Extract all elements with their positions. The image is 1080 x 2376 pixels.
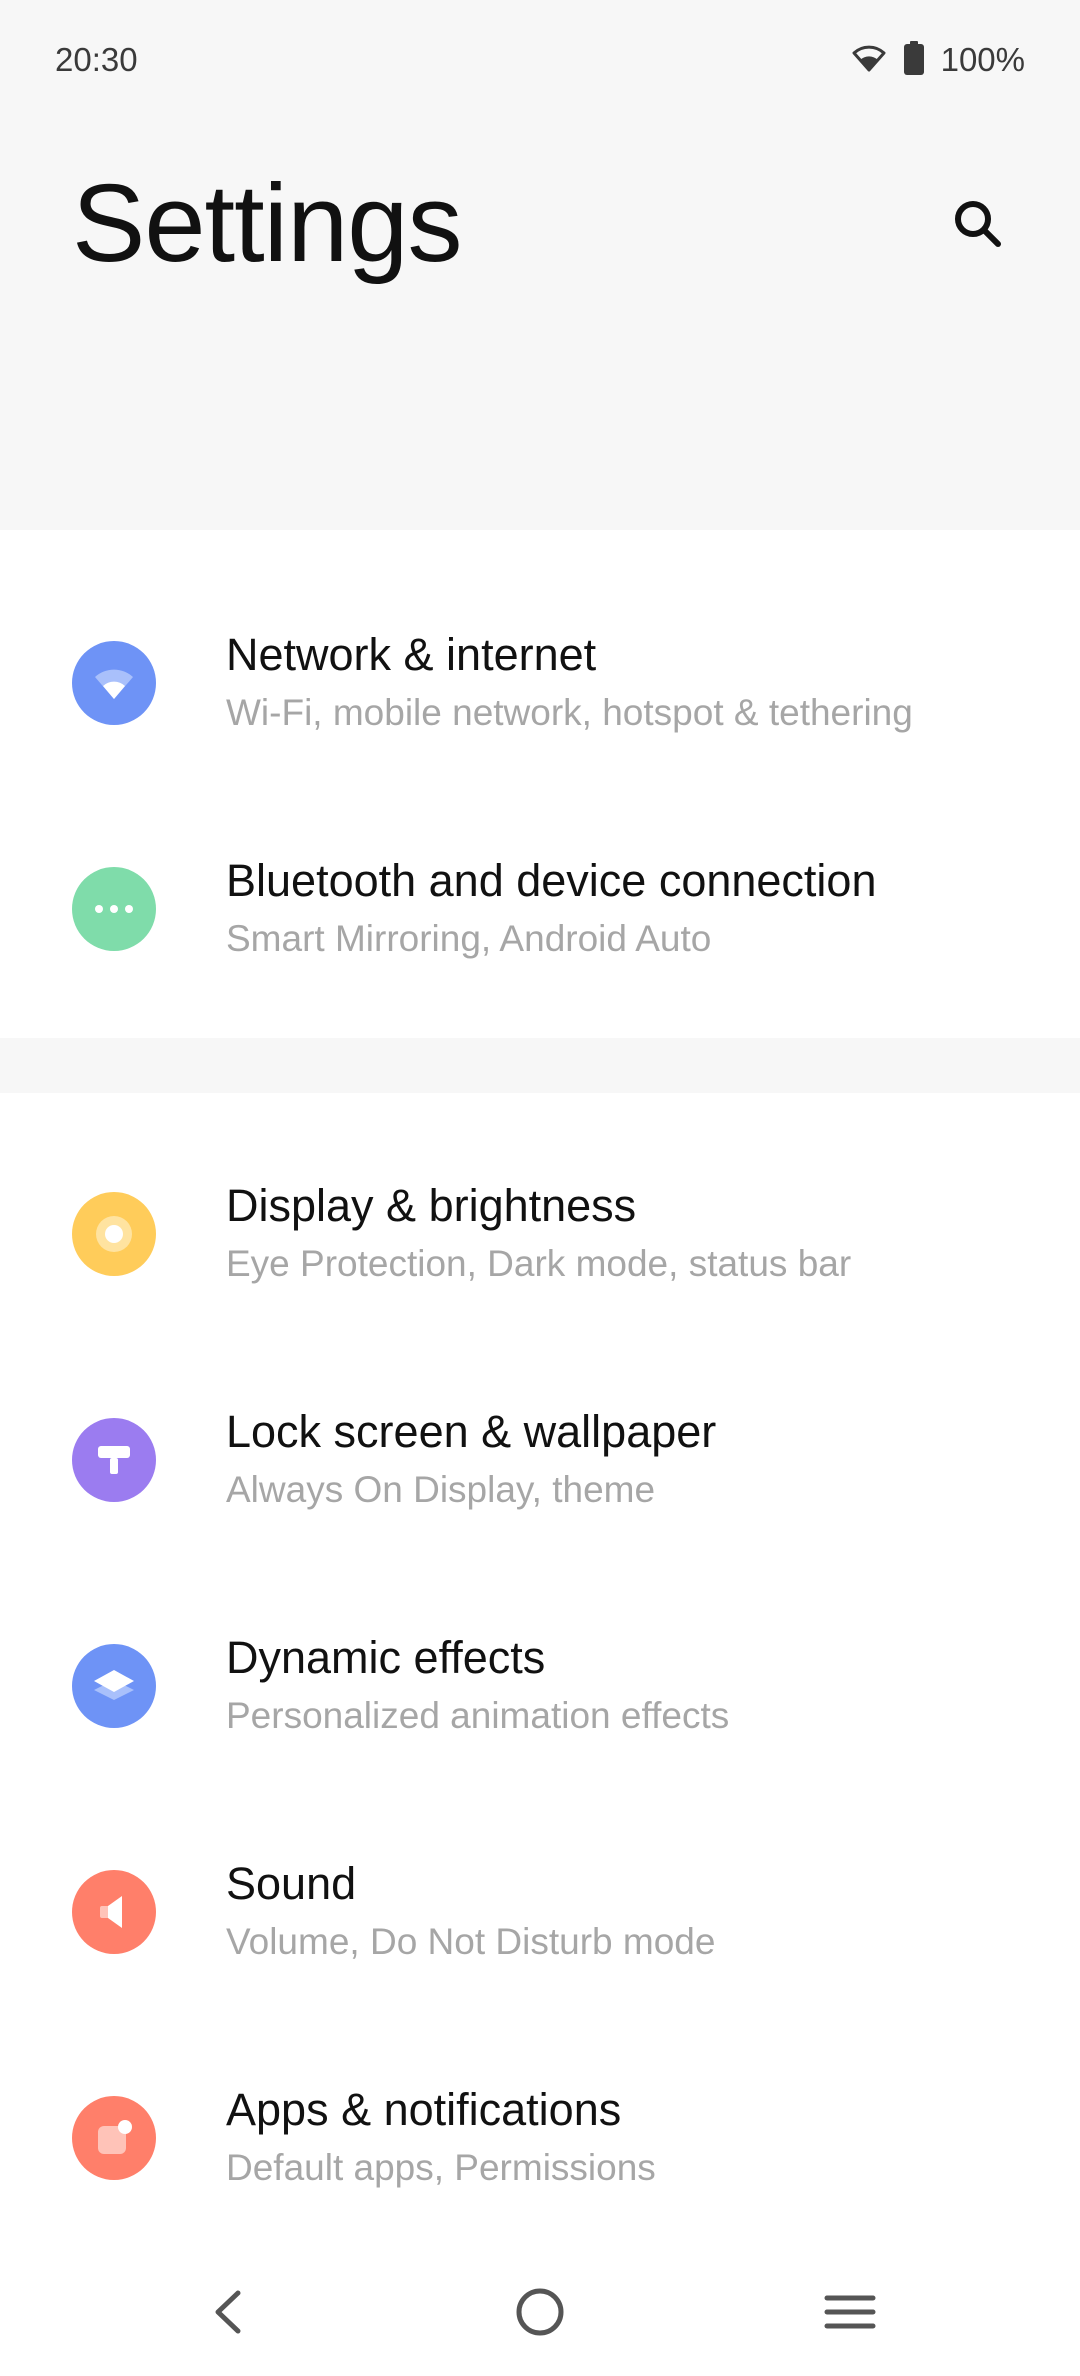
list-item-bluetooth[interactable]: Bluetooth and device connection Smart Mi… xyxy=(0,796,1080,1022)
list-item-title: Display & brightness xyxy=(226,1180,637,1231)
header: Settings xyxy=(0,120,1080,530)
navigation-bar xyxy=(0,2243,1080,2376)
list-item-dynamic-effects[interactable]: Dynamic effects Personalized animation e… xyxy=(0,1573,1080,1799)
section-divider xyxy=(0,1038,1080,1093)
list-item-lock-screen-wallpaper[interactable]: Lock screen & wallpaper Always On Displa… xyxy=(0,1347,1080,1573)
menu-icon xyxy=(824,2295,876,2329)
list-item-subtitle: Personalized animation effects xyxy=(226,1695,730,1736)
home-button[interactable] xyxy=(495,2267,585,2357)
back-button[interactable] xyxy=(183,2267,273,2357)
list-item-sound[interactable]: Sound Volume, Do Not Disturb mode xyxy=(0,1799,1080,2025)
settings-section-device: Display & brightness Eye Protection, Dar… xyxy=(0,1093,1080,2243)
back-icon xyxy=(215,2290,241,2334)
list-item-text: Lock screen & wallpaper Always On Displa… xyxy=(226,1404,1040,1516)
battery-icon xyxy=(903,40,925,80)
list-item-subtitle: Wi-Fi, mobile network, hotspot & tetheri… xyxy=(226,692,913,733)
speaker-icon xyxy=(72,1870,156,1954)
list-item-apps-notifications[interactable]: Apps & notifications Default apps, Permi… xyxy=(0,2025,1080,2251)
brightness-icon xyxy=(72,1192,156,1276)
wifi-icon xyxy=(72,641,156,725)
list-item-title: Network & internet xyxy=(226,629,597,680)
list-item-title: Dynamic effects xyxy=(226,1632,546,1683)
list-item-text: Display & brightness Eye Protection, Dar… xyxy=(226,1178,1040,1290)
layers-icon xyxy=(72,1644,156,1728)
list-item-title: Apps & notifications xyxy=(226,2084,622,2135)
list-item-subtitle: Eye Protection, Dark mode, status bar xyxy=(226,1243,852,1284)
paint-roller-icon xyxy=(72,1418,156,1502)
list-item-title: Lock screen & wallpaper xyxy=(226,1406,717,1457)
settings-section-connectivity: Network & internet Wi-Fi, mobile network… xyxy=(0,530,1080,1038)
recents-menu-button[interactable] xyxy=(805,2267,895,2357)
list-item-text: Network & internet Wi-Fi, mobile network… xyxy=(226,627,1040,739)
list-item-text: Dynamic effects Personalized animation e… xyxy=(226,1630,1040,1742)
status-time: 20:30 xyxy=(55,41,138,78)
apps-notification-icon xyxy=(72,2096,156,2180)
list-item-subtitle: Default apps, Permissions xyxy=(226,2147,656,2188)
status-indicators: 100% xyxy=(851,40,1025,80)
home-icon xyxy=(516,2288,564,2336)
status-bar: 20:30 100% xyxy=(0,0,1080,120)
search-icon xyxy=(955,201,1001,247)
list-item-text: Sound Volume, Do Not Disturb mode xyxy=(226,1856,1040,1968)
list-item-display-brightness[interactable]: Display & brightness Eye Protection, Dar… xyxy=(0,1121,1080,1347)
list-item-subtitle: Always On Display, theme xyxy=(226,1469,656,1510)
list-item-title: Sound xyxy=(226,1858,357,1909)
search-button[interactable] xyxy=(936,182,1020,266)
more-dots-icon xyxy=(72,867,156,951)
list-item-network-internet[interactable]: Network & internet Wi-Fi, mobile network… xyxy=(0,570,1080,796)
list-item-text: Bluetooth and device connection Smart Mi… xyxy=(226,853,1040,965)
wifi-icon xyxy=(851,43,887,78)
list-item-subtitle: Volume, Do Not Disturb mode xyxy=(226,1921,716,1962)
page-title: Settings xyxy=(72,162,462,285)
list-item-title: Bluetooth and device connection xyxy=(226,855,877,906)
list-item-subtitle: Smart Mirroring, Android Auto xyxy=(226,918,712,959)
settings-screen: 20:30 100% Settings Network & internet W… xyxy=(0,0,1080,2376)
battery-percentage: 100% xyxy=(940,41,1025,78)
list-item-text: Apps & notifications Default apps, Permi… xyxy=(226,2082,1040,2194)
